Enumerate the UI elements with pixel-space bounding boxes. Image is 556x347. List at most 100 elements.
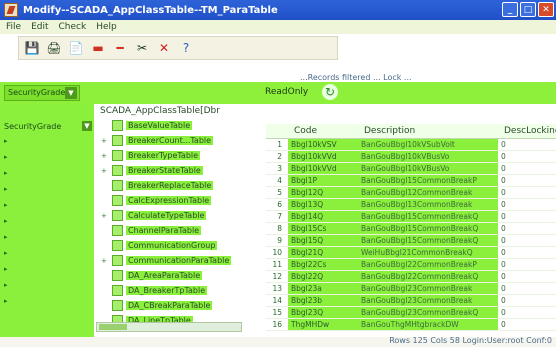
table-row[interactable]: 9 Bbgl15Q BanGouBbgl15CommonBreakQ 0 [266, 234, 556, 247]
field-combo[interactable]: SecurityGrade ▼ [4, 85, 80, 101]
tree-item[interactable]: + CommunicationParaTable [96, 253, 242, 268]
tree-item[interactable]: + BreakerCount...Table [96, 133, 242, 148]
expand-icon[interactable]: + [101, 152, 107, 160]
column-header-index[interactable] [266, 124, 288, 139]
menu-file[interactable]: File [6, 22, 21, 32]
code-cell[interactable]: Bbgl13Q [288, 198, 358, 211]
description-cell[interactable]: BanGouBbgl22CommonBreakP [358, 258, 498, 271]
tree-item[interactable]: BreakerReplaceTable [96, 178, 242, 193]
description-cell[interactable]: BanGouBbgl23CommonBreakQ [358, 306, 498, 319]
chevron-down-icon[interactable]: ▼ [82, 121, 92, 131]
table-row[interactable]: 2 Bbgl10kVVd BanGouBbgl10kVBusVo 0 [266, 150, 556, 163]
tree-item[interactable]: ChannelParaTable [96, 223, 242, 238]
code-cell[interactable]: Bbgl10kVVd [288, 150, 358, 163]
desclocking-cell[interactable]: 0 [498, 198, 556, 211]
table-row[interactable]: 15 Bbgl23Q BanGouBbgl23CommonBreakQ 0 [266, 306, 556, 319]
code-cell[interactable]: Bbgl22Cs [288, 258, 358, 271]
table-row[interactable]: 3 Bbgl10kVVd BanGouBbgl10kVBusVo 0 [266, 162, 556, 175]
desclocking-cell[interactable]: 0 [498, 174, 556, 187]
table-row[interactable]: 16 ThgMHDw BanGouThgMHtgbrackDW 0 [266, 318, 556, 331]
tree-item[interactable]: CommunicationGroup [96, 238, 242, 253]
table-row[interactable]: 4 Bbgl1P BanGouBbgl15CommonBreakP 0 [266, 174, 556, 187]
save-icon[interactable]: 💾 [23, 39, 41, 57]
minimize-button[interactable]: _ [502, 2, 518, 17]
code-cell[interactable]: Bbgl15Q [288, 234, 358, 247]
description-cell[interactable]: BanGouBbgl15CommonBreakQ [358, 222, 498, 235]
code-cell[interactable]: Bbgl15Cs [288, 222, 358, 235]
tree-horizontal-scrollbar[interactable] [96, 322, 242, 332]
expand-icon[interactable]: + [101, 212, 107, 220]
tree-root[interactable]: SCADA_AppClassTable[Dbr [96, 104, 242, 118]
cancel-icon[interactable]: ✕ [155, 39, 173, 57]
tree-item[interactable]: + BreakerStateTable [96, 163, 242, 178]
code-cell[interactable]: Bbgl1P [288, 174, 358, 187]
code-cell[interactable]: ThgMHDw [288, 318, 358, 331]
table-row[interactable]: 6 Bbgl13Q BanGouBbgl13CommonBreak 0 [266, 198, 556, 211]
desclocking-cell[interactable]: 0 [498, 222, 556, 235]
description-cell[interactable]: BanGouBbgl10kVBusVo [358, 150, 498, 163]
tree-item[interactable]: + CalculateTypeTable [96, 208, 242, 223]
code-cell[interactable]: Bbgl10kVVd [288, 162, 358, 175]
menu-check[interactable]: Check [59, 22, 87, 32]
tree-item[interactable]: CalcExpressionTable [96, 193, 242, 208]
description-cell[interactable]: BanGouBbgl23CommonBreak [358, 294, 498, 307]
desclocking-cell[interactable]: 0 [498, 294, 556, 307]
menu-edit[interactable]: Edit [31, 22, 48, 32]
expand-icon[interactable]: + [101, 167, 107, 175]
code-cell[interactable]: Bbgl10kVSV [288, 138, 358, 151]
description-cell[interactable]: BanGouBbgl15CommonBreakP [358, 174, 498, 187]
tree-item[interactable]: DA_BreakerTpTable [96, 283, 242, 298]
table-row[interactable]: 14 Bbgl23b BanGouBbgl23CommonBreak 0 [266, 294, 556, 307]
desclocking-cell[interactable]: 0 [498, 186, 556, 199]
desclocking-cell[interactable]: 0 [498, 258, 556, 271]
close-button[interactable]: ✕ [538, 2, 554, 17]
maximize-button[interactable]: □ [520, 2, 536, 17]
desclocking-cell[interactable]: 0 [498, 234, 556, 247]
table-row[interactable]: 12 Bbgl22Q BanGouBbgl22CommonBreakQ 0 [266, 270, 556, 283]
chevron-down-icon[interactable]: ▼ [65, 87, 77, 99]
code-cell[interactable]: Bbgl23Q [288, 306, 358, 319]
code-cell[interactable]: Bbgl23b [288, 294, 358, 307]
code-cell[interactable]: Bbgl23a [288, 282, 358, 295]
description-cell[interactable]: WeiHuBbgl21CommonBreakQ [358, 246, 498, 259]
description-cell[interactable]: BanGouBbgl15CommonBreakQ [358, 234, 498, 247]
desclocking-cell[interactable]: 0 [498, 270, 556, 283]
desclocking-cell[interactable]: 0 [498, 150, 556, 163]
refresh-icon[interactable]: ↻ [322, 84, 338, 100]
description-cell[interactable]: BanGouThgMHtgbrackDW [358, 318, 498, 331]
desclocking-cell[interactable]: 0 [498, 210, 556, 223]
table-row[interactable]: 7 Bbgl14Q BanGouBbgl15CommonBreakQ 0 [266, 210, 556, 223]
description-cell[interactable]: BanGouBbgl15CommonBreakQ [358, 210, 498, 223]
tree-item[interactable]: + BreakerTypeTable [96, 148, 242, 163]
red-flag-icon[interactable]: ▬ [89, 39, 107, 57]
help-icon[interactable]: ? [177, 39, 195, 57]
description-cell[interactable]: BanGouBbgl22CommonBreakQ [358, 270, 498, 283]
scrollbar-thumb[interactable] [99, 324, 127, 330]
desclocking-cell[interactable]: 0 [498, 306, 556, 319]
desclocking-cell[interactable]: 0 [498, 282, 556, 295]
print-icon[interactable]: 🖨 [45, 39, 63, 57]
desclocking-cell[interactable]: 0 [498, 318, 556, 331]
cut-icon[interactable]: ✂ [133, 39, 151, 57]
desclocking-cell[interactable]: 0 [498, 246, 556, 259]
column-header-code[interactable]: Code [288, 124, 358, 139]
expand-icon[interactable]: + [101, 137, 107, 145]
code-cell[interactable]: Bbgl21Q [288, 246, 358, 259]
code-cell[interactable]: Bbgl12Q [288, 186, 358, 199]
tree-item[interactable]: DA_AreaParaTable [96, 268, 242, 283]
menu-help[interactable]: Help [96, 22, 117, 32]
description-cell[interactable]: BanGouBbgl13CommonBreak [358, 198, 498, 211]
desclocking-cell[interactable]: 0 [498, 138, 556, 151]
description-cell[interactable]: BanGouBbgl10kVBusVo [358, 162, 498, 175]
table-row[interactable]: 8 Bbgl15Cs BanGouBbgl15CommonBreakQ 0 [266, 222, 556, 235]
desclocking-cell[interactable]: 0 [498, 162, 556, 175]
description-cell[interactable]: BanGouBbgl12CommonBreak [358, 186, 498, 199]
tree-item[interactable]: BaseValueTable [96, 118, 242, 133]
expand-icon[interactable]: + [101, 257, 107, 265]
table-row[interactable]: 13 Bbgl23a BanGouBbgl23CommonBreak 0 [266, 282, 556, 295]
description-cell[interactable]: BanGouBbgl10kVSubVolt [358, 138, 498, 151]
table-row[interactable]: 10 Bbgl21Q WeiHuBbgl21CommonBreakQ 0 [266, 246, 556, 259]
description-cell[interactable]: BanGouBbgl23CommonBreak [358, 282, 498, 295]
tree-item[interactable]: DA_CBreakParaTable [96, 298, 242, 313]
column-header-desclocking[interactable]: DescLocking [498, 124, 556, 139]
